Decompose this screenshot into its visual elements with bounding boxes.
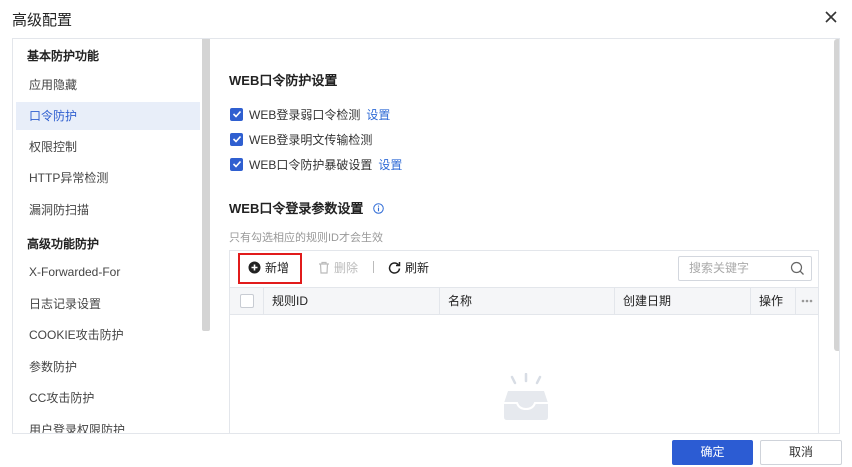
option-label: WEB口令防护暴破设置 [249, 157, 373, 172]
table-header: 规则ID 名称 创建日期 操作 [230, 287, 818, 315]
search-placeholder: 搜索关键字 [689, 261, 750, 275]
column-rule-id[interactable]: 规则ID [263, 288, 439, 314]
add-label: 新增 [265, 261, 290, 275]
sidebar-group-basic: 基本防护功能 [27, 49, 100, 63]
ok-button[interactable]: 确定 [672, 440, 753, 465]
option-label: WEB登录弱口令检测 [249, 107, 361, 122]
refresh-icon [388, 262, 401, 274]
section-title-login-params: WEB口令登录参数设置 [229, 198, 384, 217]
section-title-password: WEB口令防护设置 [229, 73, 338, 88]
add-button[interactable]: 新增 [248, 259, 289, 276]
search-input[interactable]: 搜索关键字 [678, 256, 812, 281]
close-icon[interactable] [824, 10, 838, 24]
checkbox-plaintext[interactable] [230, 132, 243, 146]
select-all-checkbox[interactable] [240, 294, 254, 308]
weak-password-settings-link[interactable]: 设置 [366, 106, 390, 123]
option-weak-password: WEB登录弱口令检测 设置 [230, 106, 390, 122]
checkbox-weak-password[interactable] [230, 107, 243, 121]
empty-inbox-icon [504, 373, 548, 420]
dialog-body: 基本防护功能 应用隐藏 口令防护 权限控制 HTTP异常检测 漏洞防扫描 高级功… [12, 38, 840, 434]
option-bruteforce: WEB口令防护暴破设置 设置 [230, 156, 402, 172]
table-toolbar: 新增 删除 刷新 搜索关键字 [230, 251, 818, 284]
sidebar-item-http-anomaly[interactable]: HTTP异常检测 [16, 164, 200, 192]
cancel-button[interactable]: 取消 [760, 440, 842, 465]
sidebar-item-permission[interactable]: 权限控制 [16, 133, 200, 161]
refresh-button[interactable]: 刷新 [388, 259, 429, 276]
advanced-config-dialog: 高级配置 基本防护功能 应用隐藏 口令防护 权限控制 HTTP异常检测 漏洞防扫… [0, 0, 852, 467]
refresh-label: 刷新 [405, 261, 430, 275]
search-icon[interactable] [790, 261, 805, 276]
content-scrollbar[interactable] [834, 39, 839, 351]
dialog-title: 高级配置 [12, 12, 73, 29]
checkbox-bruteforce[interactable] [230, 157, 243, 171]
column-created-date[interactable]: 创建日期 [614, 288, 750, 314]
content-panel: WEB口令防护设置 WEB登录弱口令检测 设置 WEB登录明文传输检测 WEB口… [223, 39, 839, 433]
plus-circle-icon [248, 261, 261, 274]
sidebar-item-log-settings[interactable]: 日志记录设置 [16, 290, 200, 318]
toolbar-divider [373, 261, 374, 273]
delete-button[interactable]: 删除 [318, 259, 358, 276]
trash-icon [319, 261, 329, 274]
sidebar-item-vuln-scan[interactable]: 漏洞防扫描 [16, 196, 200, 224]
column-name[interactable]: 名称 [439, 288, 614, 314]
sidebar-item-cookie[interactable]: COOKIE攻击防护 [16, 321, 200, 349]
hint-text: 只有勾选相应的规则ID才会生效 [229, 232, 383, 244]
option-plaintext: WEB登录明文传输检测 [230, 131, 372, 147]
sidebar-item-params[interactable]: 参数防护 [16, 353, 200, 381]
sidebar-item-xff[interactable]: X-Forwarded-For [16, 258, 200, 286]
sidebar-item-cc[interactable]: CC攻击防护 [16, 384, 200, 412]
delete-label: 删除 [334, 261, 359, 275]
sidebar-item-password-protect[interactable]: 口令防护 [16, 102, 200, 130]
section-title-text: WEB口令登录参数设置 [229, 201, 364, 216]
sidebar-item-app-hide[interactable]: 应用隐藏 [16, 71, 200, 99]
sidebar-group-advanced: 高级功能防护 [27, 237, 100, 251]
column-actions: 操作 [750, 288, 795, 314]
sidebar-item-login-permission[interactable]: 用户登录权限防护 [16, 416, 200, 433]
option-label: WEB登录明文传输检测 [249, 132, 373, 147]
rules-table: 新增 删除 刷新 搜索关键字 规则ID 名称 创建日期 操作 [229, 250, 819, 433]
info-icon[interactable] [373, 203, 384, 214]
more-icon[interactable] [801, 299, 813, 303]
sidebar-scrollbar[interactable] [202, 39, 210, 331]
bruteforce-settings-link[interactable]: 设置 [378, 156, 402, 173]
sidebar: 基本防护功能 应用隐藏 口令防护 权限控制 HTTP异常检测 漏洞防扫描 高级功… [13, 39, 211, 433]
